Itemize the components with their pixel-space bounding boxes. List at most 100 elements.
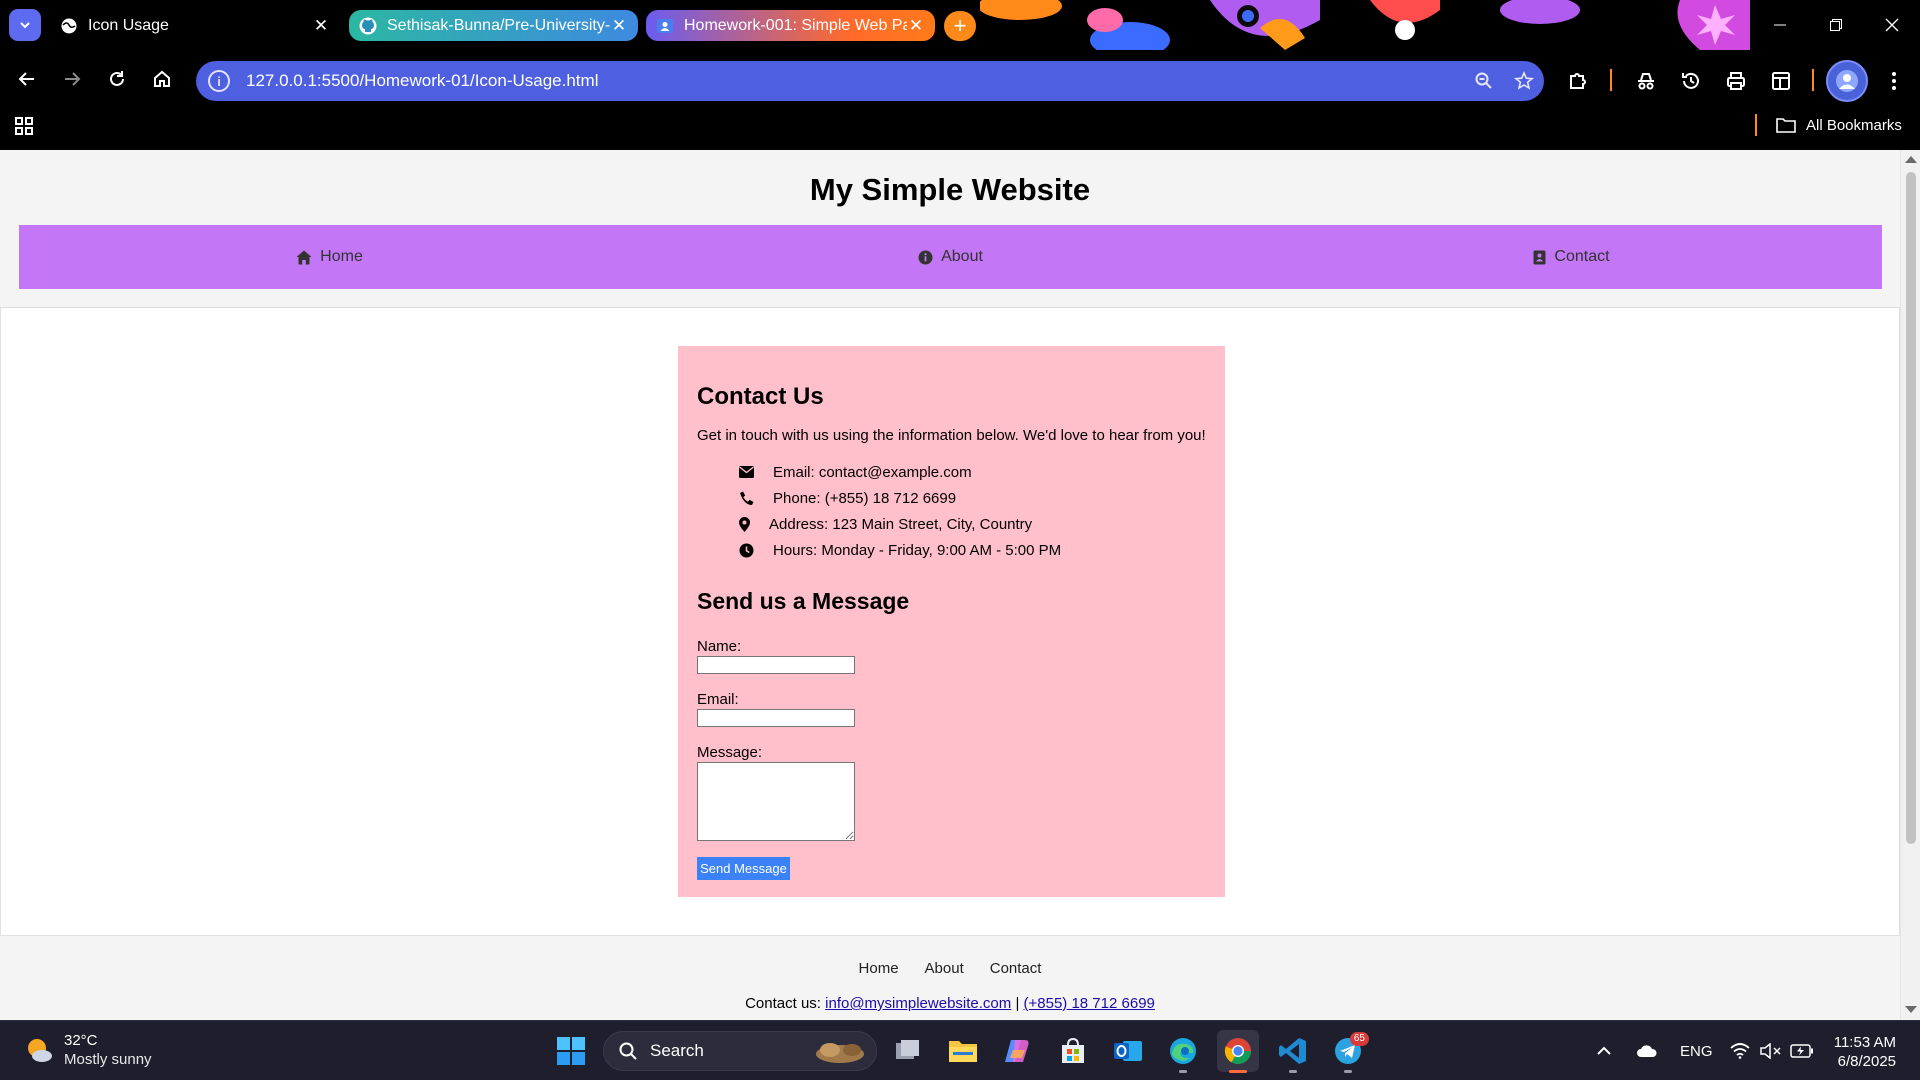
edge-app[interactable] — [1162, 1030, 1204, 1073]
footer-phone-link[interactable]: (+855) 18 712 6699 — [1024, 995, 1155, 1012]
scrollbar-thumb[interactable] — [1906, 172, 1916, 844]
battery-tray[interactable] — [1790, 1021, 1814, 1080]
name-field[interactable] — [697, 656, 855, 674]
footer-email-link[interactable]: info@mysimplewebsite.com — [825, 995, 1011, 1012]
language-indicator[interactable]: ENG — [1680, 1021, 1713, 1080]
site-info-icon[interactable]: i — [208, 70, 230, 92]
footer-nav: Home About Contact — [0, 960, 1900, 977]
notification-badge: 65 — [1349, 1032, 1369, 1046]
classroom-icon — [657, 18, 673, 33]
nav-item-home[interactable]: Home — [19, 225, 640, 289]
page-viewport: My Simple Website Home About Contact Con… — [0, 150, 1920, 1020]
battery-charging-icon — [1790, 1044, 1813, 1058]
send-message-button[interactable]: Send Message — [697, 857, 790, 880]
extensions-button[interactable] — [1558, 61, 1598, 101]
history-button[interactable] — [1671, 61, 1711, 101]
bookmark-star-icon[interactable] — [1504, 71, 1544, 91]
print-button[interactable] — [1716, 61, 1756, 101]
network-tray[interactable] — [1730, 1021, 1750, 1080]
name-label: Name: — [697, 638, 742, 655]
nav-item-contact[interactable]: Contact — [1261, 225, 1882, 289]
contact-section: Contact Us Get in touch with us using th… — [678, 346, 1225, 897]
forward-button[interactable] — [56, 63, 88, 95]
footer-link-contact[interactable]: Contact — [990, 960, 1042, 977]
contact-info-list: Email: contact@example.com Phone: (+855)… — [739, 459, 1061, 563]
task-view-app[interactable] — [887, 1030, 929, 1072]
contact-info-email: Email: contact@example.com — [739, 459, 1061, 485]
close-window-button[interactable] — [1864, 0, 1920, 50]
url-text[interactable]: 127.0.0.1:5500/Homework-01/Icon-Usage.ht… — [246, 71, 1464, 91]
copilot-app[interactable] — [997, 1030, 1039, 1072]
weather-widget[interactable]: 32°C Mostly sunny — [24, 1031, 152, 1069]
new-tab-button[interactable]: + — [944, 11, 976, 41]
back-button[interactable] — [11, 63, 43, 95]
incognito-icon — [1638, 73, 1654, 90]
apps-grid-icon[interactable] — [14, 116, 34, 141]
restore-icon — [1830, 19, 1842, 31]
volume-tray[interactable] — [1760, 1021, 1782, 1080]
edge-icon — [1170, 1038, 1196, 1064]
clock-date: 6/8/2025 — [1837, 1053, 1896, 1070]
tab-homework[interactable]: Homework-001: Simple Web Pa ✕ — [646, 10, 935, 41]
home-button[interactable] — [146, 63, 178, 95]
site-footer: Home About Contact Contact us: info@mysi… — [0, 936, 1900, 1020]
minimize-icon — [1774, 24, 1786, 26]
contact-title: Contact Us — [697, 383, 824, 410]
home-icon — [296, 250, 312, 264]
close-tab-icon[interactable]: ✕ — [610, 16, 628, 36]
app-active-indicator — [1229, 1070, 1247, 1073]
scroll-up-icon[interactable] — [1905, 156, 1917, 163]
tab-icon-usage[interactable]: Icon Usage ✕ — [50, 9, 340, 42]
onedrive-tray[interactable] — [1636, 1021, 1658, 1080]
restore-button[interactable] — [1808, 0, 1864, 50]
outlook-app[interactable] — [1107, 1030, 1149, 1072]
microsoft-store-app[interactable] — [1052, 1030, 1094, 1072]
tab-github[interactable]: Sethisak-Bunna/Pre-University- ✕ — [349, 10, 638, 41]
tab-search-button[interactable] — [9, 9, 41, 41]
contact-info-text: Address: 123 Main Street, City, Country — [769, 515, 1033, 533]
main-nav: Home About Contact — [19, 225, 1882, 289]
footer-link-about[interactable]: About — [925, 960, 964, 977]
close-tab-icon[interactable]: ✕ — [312, 16, 330, 36]
close-icon — [1885, 18, 1899, 32]
toolbar-separator — [1812, 69, 1814, 91]
page-scrollbar[interactable] — [1900, 150, 1920, 1020]
contact-info-address: Address: 123 Main Street, City, Country — [739, 511, 1061, 537]
footer-link-home[interactable]: Home — [859, 960, 899, 977]
address-book-icon — [1533, 250, 1546, 264]
toolbar-separator — [1610, 69, 1612, 91]
browser-menu-button[interactable] — [1874, 61, 1914, 101]
taskbar-search[interactable]: Search — [603, 1031, 877, 1071]
vscode-app[interactable] — [1272, 1030, 1314, 1073]
file-explorer-app[interactable] — [942, 1030, 984, 1072]
side-panel-button[interactable] — [1761, 61, 1801, 101]
footer-contact: Contact us: info@mysimplewebsite.com | (… — [0, 995, 1900, 1012]
telegram-app[interactable]: 65 — [1327, 1030, 1369, 1073]
chrome-app[interactable] — [1217, 1030, 1259, 1073]
folder-icon — [949, 1041, 977, 1062]
all-bookmarks-button[interactable]: All Bookmarks — [1776, 113, 1902, 137]
reload-button[interactable] — [101, 63, 133, 95]
clock-time: 11:53 AM — [1833, 1034, 1896, 1051]
map-marker-icon — [739, 516, 769, 532]
message-field[interactable] — [697, 762, 855, 841]
contact-info-text: Email: contact@example.com — [773, 463, 972, 481]
email-field[interactable] — [697, 709, 855, 727]
start-button[interactable] — [556, 1036, 586, 1071]
incognito-button[interactable] — [1626, 61, 1666, 101]
tab-title: Homework-001: Simple Web Pa — [684, 16, 907, 34]
profile-avatar[interactable] — [1826, 60, 1868, 102]
show-hidden-icons-button[interactable] — [1596, 1021, 1612, 1080]
printer-icon — [1727, 72, 1745, 90]
clock-icon — [739, 543, 773, 558]
close-tab-icon[interactable]: ✕ — [907, 16, 925, 36]
nav-item-about[interactable]: About — [640, 225, 1261, 289]
minimize-button[interactable] — [1752, 0, 1808, 50]
globe-icon — [61, 18, 77, 33]
main-content: Contact Us Get in touch with us using th… — [0, 308, 1900, 936]
cloud-icon — [1637, 1045, 1657, 1057]
system-clock[interactable]: 11:53 AM 6/8/2025 — [1826, 1033, 1896, 1071]
zoom-icon[interactable] — [1464, 71, 1504, 91]
scroll-down-icon[interactable] — [1905, 1006, 1917, 1013]
address-bar[interactable]: i 127.0.0.1:5500/Homework-01/Icon-Usage.… — [196, 61, 1544, 101]
